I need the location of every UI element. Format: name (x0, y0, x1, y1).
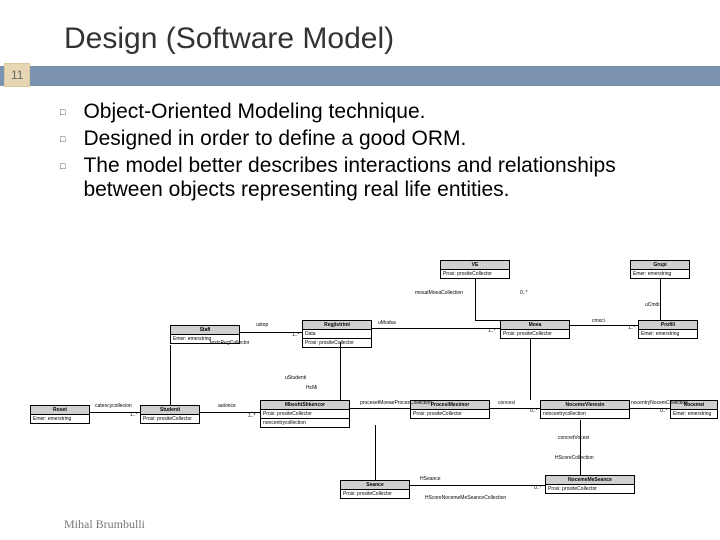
connector (170, 345, 171, 405)
class-attr: Emer: emerstring (31, 415, 89, 423)
assoc-label: HScoreNocemeMeSeanceCollection (425, 495, 506, 501)
assoc-label: uCmdi (645, 302, 659, 308)
author-footer: Mihal Brumbulli (64, 517, 145, 532)
class-box: Studenti Prosi: prositeCollector (140, 405, 200, 424)
class-attr: Prosi: prositeCollector (341, 490, 409, 498)
class-name: Grupi (631, 261, 689, 270)
class-attr: Emer: emerstring (639, 330, 697, 338)
assoc-label: HScoreCollection (555, 455, 594, 461)
class-box: MbeshtShkencor Prosi: prositeCollector n… (260, 400, 350, 428)
assoc-label: nocentryNocemCollection (631, 400, 688, 406)
class-attr: Prosi: prositeCollector (411, 410, 489, 418)
class-box: Grupi Emer: emerstring (630, 260, 690, 279)
class-name: Moea (501, 321, 569, 330)
class-box: Moea Prosi: prositeCollector (500, 320, 570, 339)
bullet-icon: □ (60, 161, 65, 171)
class-box: Roset Emer: emerstring (30, 405, 90, 424)
assoc-label: autonce (218, 403, 236, 409)
class-box: Profili Emer: emerstring (638, 320, 698, 339)
accent-bar: 11 (0, 66, 720, 86)
class-attr: Data (303, 330, 371, 339)
uml-diagram: VE Prosi: prositeCollector Grupi Emer: e… (0, 260, 720, 520)
connector (410, 485, 545, 486)
assoc-label: HcMi (306, 385, 317, 391)
assoc-label: uModsa (378, 320, 396, 326)
class-box: VE Prosi: prositeCollector (440, 260, 510, 279)
bullet-icon: □ (60, 134, 65, 144)
class-box: Regjistrimi Data Prosi: prositeCollector (302, 320, 372, 348)
class-attr: Prosi: prositeCollector (441, 270, 509, 278)
class-name: VE (441, 261, 509, 270)
assoc-label: ustop (256, 322, 268, 328)
multiplicity: 0..* (534, 485, 542, 491)
bullet-icon: □ (60, 107, 65, 117)
connector (375, 425, 376, 480)
class-name: MbeshtShkencor (261, 401, 349, 410)
class-name: NocemeVleresin (541, 401, 629, 410)
assoc-label: HSeance (420, 476, 441, 482)
multiplicity: 0..* (520, 290, 528, 296)
assoc-label: testsRegCollector (210, 340, 249, 346)
bullet-list: □ Object-Oriented Modeling technique. □ … (0, 86, 720, 203)
list-item: □ Designed in order to define a good ORM… (60, 127, 690, 152)
connector (372, 328, 500, 329)
class-name: Profili (639, 321, 697, 330)
multiplicity: 1..* (292, 332, 300, 338)
class-attr: Emer: emerstring (631, 270, 689, 278)
list-item: □ The model better describes interaction… (60, 154, 690, 204)
class-box: NocemeVleresin noncentrycollection (540, 400, 630, 419)
class-name: Regjistrimi (303, 321, 371, 330)
assoc-label: cmxci (592, 318, 605, 324)
multiplicity: 1..* (248, 413, 256, 419)
assoc-label: concesi (498, 400, 515, 406)
class-box: NocemeMeSeance Prosi: prositeCollector (545, 475, 635, 494)
class-attr: noncentrycollection (261, 419, 349, 427)
assoc-label: catencycollecion (95, 403, 132, 409)
class-name: Seance (341, 481, 409, 490)
connector (350, 408, 410, 409)
assoc-label: uStudenti (285, 375, 306, 381)
slide-title: Design (Software Model) (0, 0, 720, 66)
class-name: Stafi (171, 326, 239, 335)
bullet-text: The model better describes interactions … (83, 154, 690, 204)
connector (660, 278, 661, 320)
page-number: 11 (4, 63, 30, 87)
class-name: Roset (31, 406, 89, 415)
multiplicity: 1..* (488, 328, 496, 334)
class-attr: Prosi: prositeCollector (261, 410, 349, 419)
connector (530, 338, 531, 400)
connector (340, 342, 341, 400)
list-item: □ Object-Oriented Modeling technique. (60, 100, 690, 125)
multiplicity: 0..* (660, 408, 668, 414)
class-attr: Prosi: prositeCollector (501, 330, 569, 338)
multiplicity: 1..* (628, 325, 636, 331)
connector (475, 320, 500, 321)
connector (475, 278, 476, 320)
class-name: NocemeMeSeance (546, 476, 634, 485)
class-attr: Emer: emerstring (671, 410, 717, 418)
multiplicity: 1..* (130, 412, 138, 418)
class-attr: noncentrycollection (541, 410, 629, 418)
assoc-label: mosatMoeaCollection (415, 290, 463, 296)
connector (580, 420, 581, 475)
bullet-text: Object-Oriented Modeling technique. (83, 100, 425, 125)
class-attr: Prosi: prositeCollector (546, 485, 634, 493)
class-attr: Prosi: prositeCollector (141, 415, 199, 423)
class-attr: Prosi: prositeCollector (303, 339, 371, 347)
class-box: Seance Prosi: prositeCollector (340, 480, 410, 499)
bullet-text: Designed in order to define a good ORM. (83, 127, 466, 152)
multiplicity: 0..* (530, 408, 538, 414)
class-name: Studenti (141, 406, 199, 415)
assoc-label: procesetMoeaeProcesCollection (360, 400, 432, 406)
assoc-label: concretVocesi (558, 435, 589, 441)
